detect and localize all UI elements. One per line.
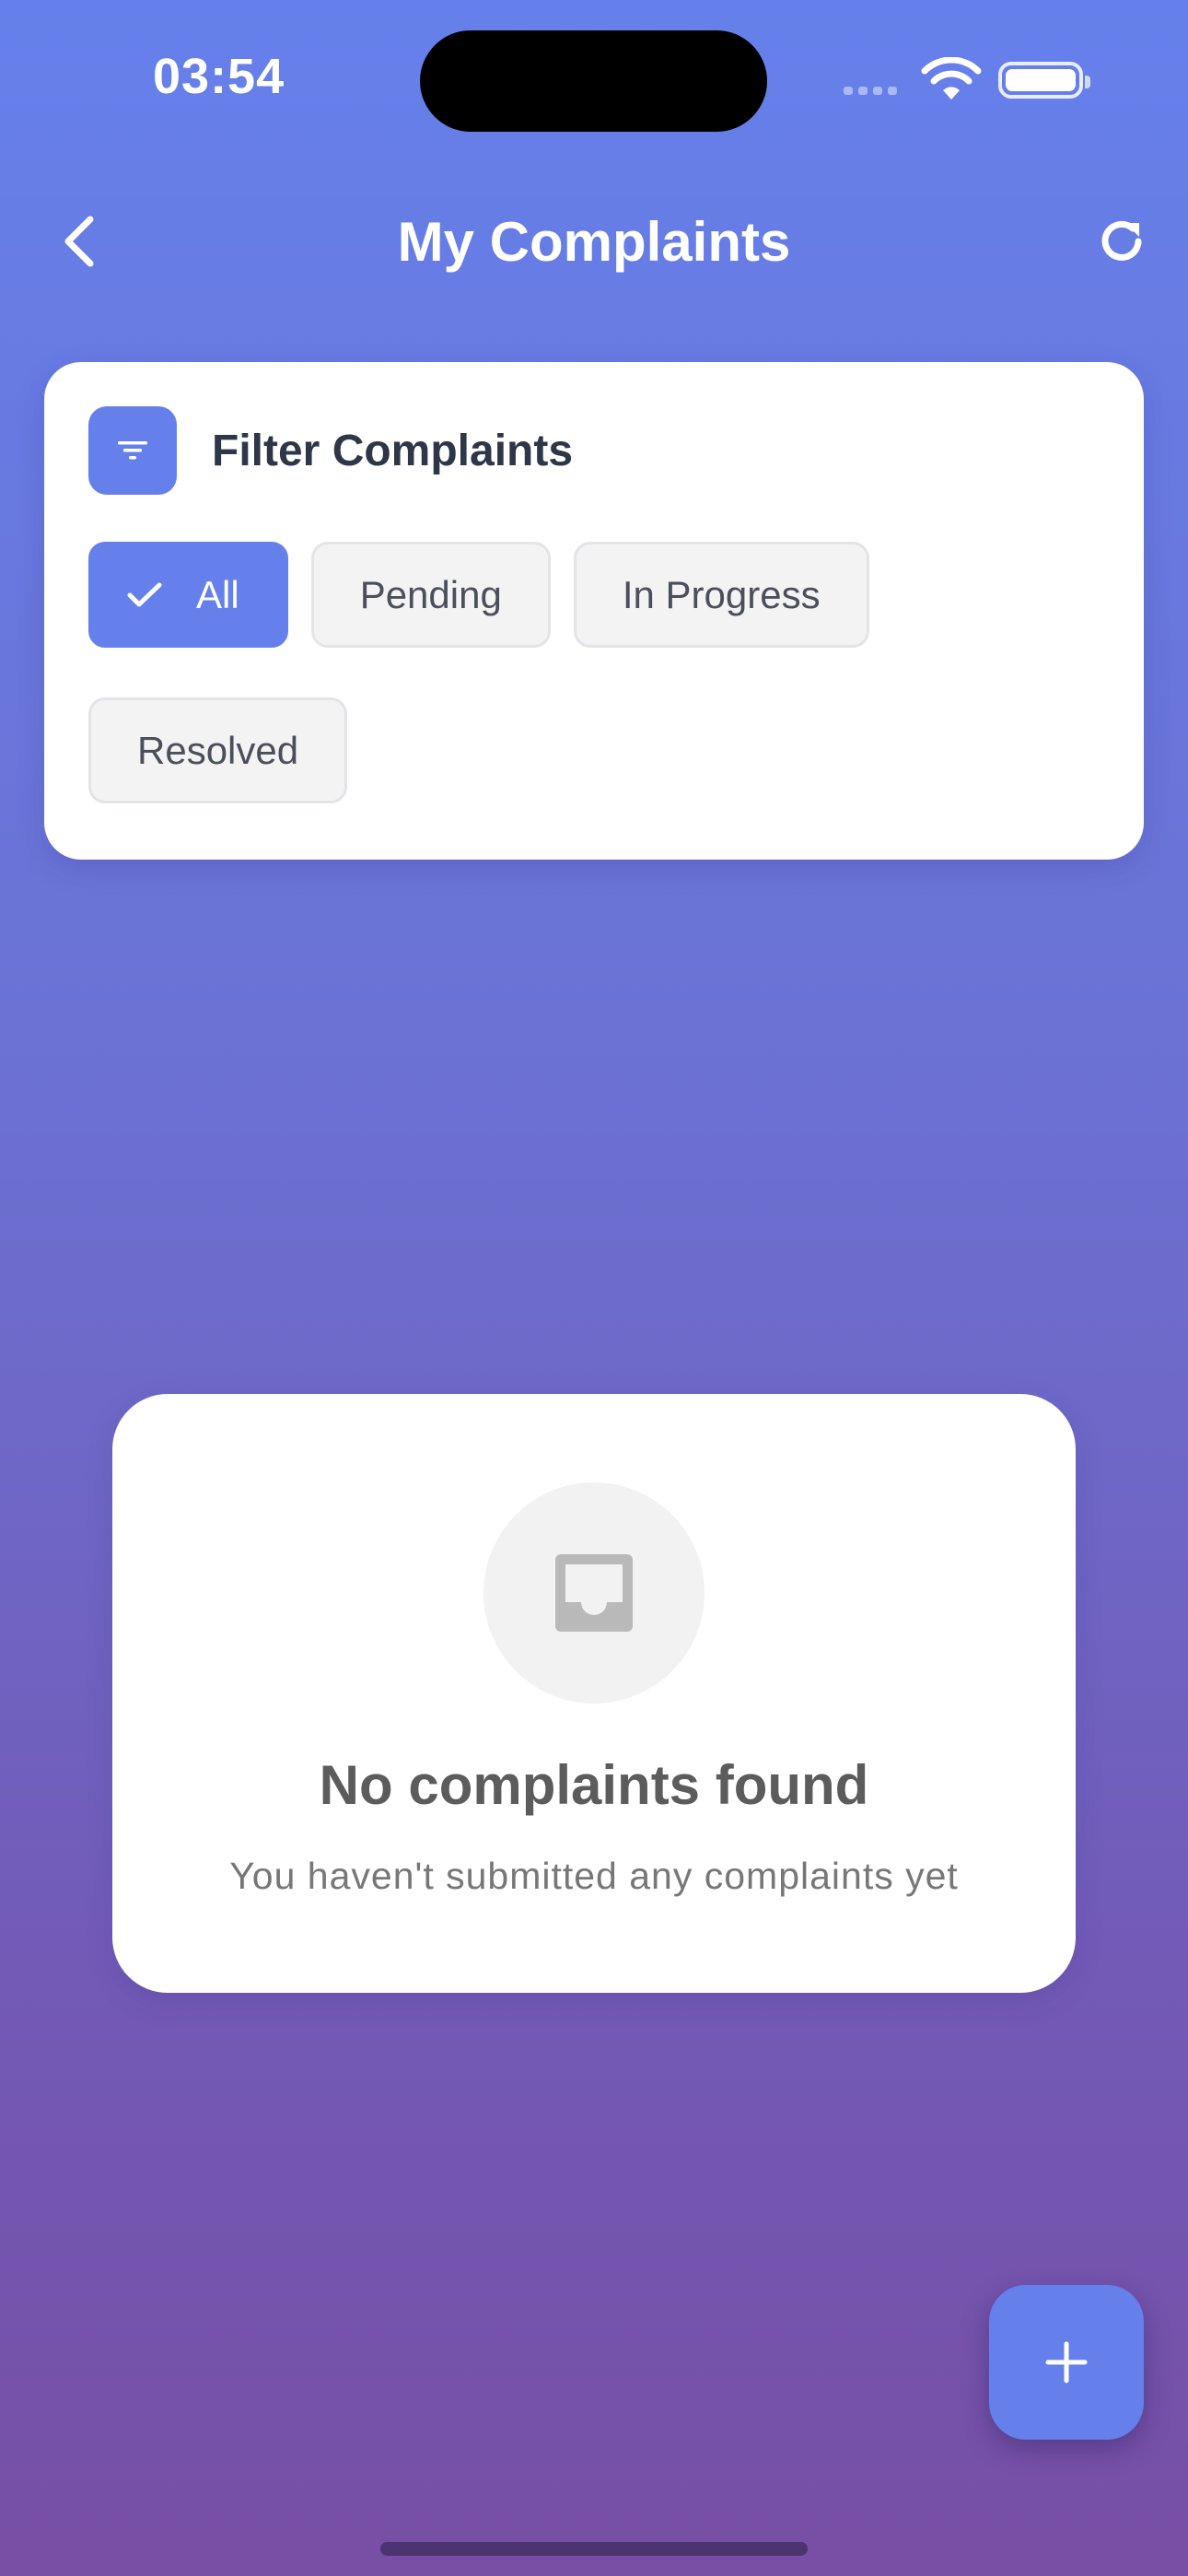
empty-state-icon-circle: [483, 1482, 705, 1704]
refresh-icon: [1101, 220, 1142, 261]
chip-pending[interactable]: Pending: [310, 542, 551, 648]
chip-all[interactable]: All: [88, 542, 288, 648]
filter-header: Filter Complaints: [88, 406, 573, 495]
chip-resolved[interactable]: Resolved: [88, 697, 348, 803]
empty-state-card: No complaints found You haven't submitte…: [112, 1394, 1076, 1993]
chip-label: Pending: [359, 572, 502, 616]
plus-icon: [1045, 2341, 1088, 2383]
home-indicator: [380, 2542, 808, 2556]
inbox-icon: [555, 1554, 633, 1632]
status-time: 03:54: [153, 49, 285, 104]
status-bar: 03:54: [0, 0, 1188, 157]
cellular-signal-icon: [844, 87, 897, 95]
filter-title: Filter Complaints: [212, 426, 574, 475]
empty-state-subtitle: You haven't submitted any complaints yet: [229, 1855, 959, 1897]
checkmark-icon: [126, 580, 163, 610]
filter-card: Filter Complaints All Pending In Progres…: [44, 362, 1144, 860]
battery-icon: [998, 62, 1090, 99]
chip-label: In Progress: [622, 572, 821, 616]
empty-state-title: No complaints found: [319, 1754, 869, 1816]
page-title: My Complaints: [397, 211, 791, 273]
filter-chips: All Pending In Progress Resolved: [88, 542, 1101, 803]
dynamic-island: [420, 30, 767, 132]
app-header: My Complaints: [0, 184, 1188, 299]
wifi-icon: [921, 57, 982, 100]
refresh-button[interactable]: [1087, 206, 1157, 276]
chip-in-progress[interactable]: In Progress: [573, 542, 869, 648]
chip-label: Resolved: [137, 728, 299, 772]
add-complaint-button[interactable]: [989, 2285, 1144, 2440]
chip-label: All: [196, 572, 239, 616]
filter-icon: [88, 406, 177, 495]
